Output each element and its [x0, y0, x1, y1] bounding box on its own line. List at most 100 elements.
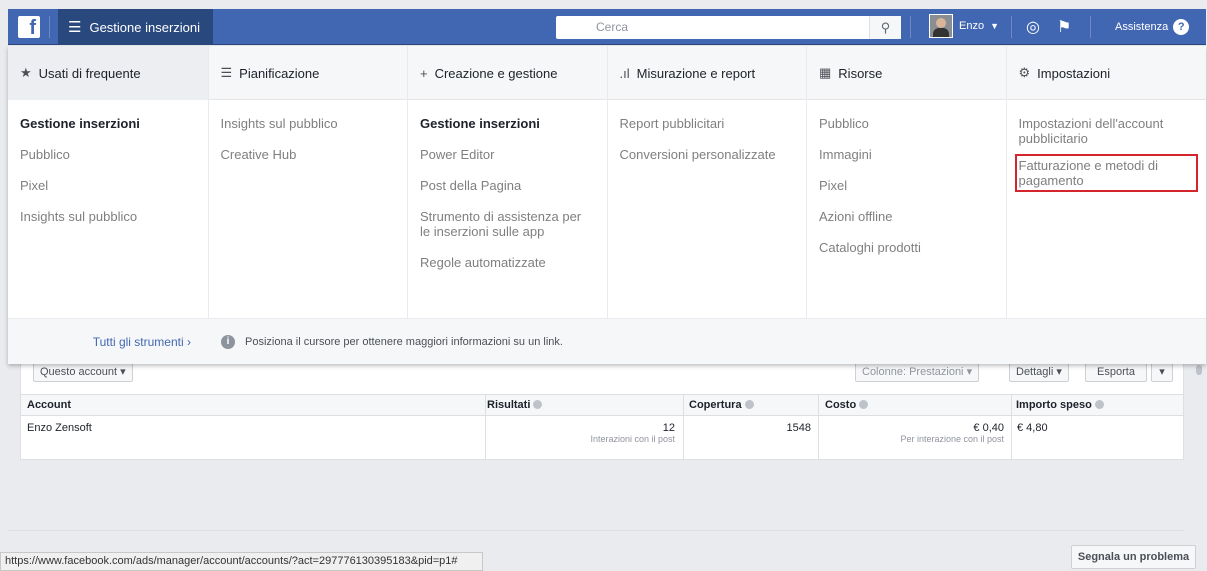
report-problem-button[interactable]: Segnala un problema [1071, 545, 1196, 569]
cost-value: € 0,40 [973, 422, 1004, 434]
column-header-label: Risultati [487, 399, 531, 411]
menu-link-offline-events[interactable]: Azioni offline [819, 209, 994, 224]
section-header-measure-report: .ıl Misurazione e report [608, 46, 807, 100]
plus-icon: + [420, 65, 428, 81]
info-icon[interactable] [859, 400, 869, 409]
section-title: Usati di frequente [38, 65, 141, 81]
list-icon: ☰ [220, 65, 233, 80]
column-header-results[interactable]: Risultati [487, 399, 543, 411]
section-header-create-manage: + Creazione e gestione [408, 46, 608, 100]
menu-link-ads-manager[interactable]: Gestione inserzioni [420, 116, 595, 131]
help-button[interactable]: Assistenza ? [1115, 19, 1190, 35]
menu-link-custom-conversions[interactable]: Conversioni personalizzate [620, 147, 795, 162]
cost-cell: € 0,40 Per interazione con il post [818, 422, 1004, 444]
mega-menu-footer: Tutti gli strumenti › i Posiziona il cur… [8, 318, 1206, 364]
column-header-label: Copertura [689, 399, 742, 411]
menu-link-pixel[interactable]: Pixel [819, 178, 994, 193]
account-name-cell[interactable]: Enzo Zensoft [27, 422, 92, 434]
chevron-down-icon: ▾ [1056, 366, 1062, 378]
question-icon: ? [1173, 19, 1190, 35]
export-options-button[interactable]: ▾ [1151, 363, 1173, 382]
column-settings: Impostazioni dell'account pubblicitario … [1007, 100, 1207, 318]
details-label: Dettagli [1016, 366, 1054, 378]
section-title: Risorse [838, 65, 883, 81]
column-header-cost[interactable]: Costo [825, 399, 869, 411]
globe-icon[interactable]: ◎ [1026, 17, 1040, 37]
spent-cell: € 4,80 [1017, 422, 1048, 434]
menu-link-automated-rules[interactable]: Regole automatizzate [420, 255, 595, 270]
info-icon[interactable] [533, 400, 543, 409]
info-icon[interactable] [1094, 400, 1104, 409]
column-header-account[interactable]: Account [27, 399, 71, 411]
ads-manager-content: Questo account ▾ Colonne: Prestazioni ▾ … [8, 363, 1206, 544]
menu-link-app-ads-helper[interactable]: Strumento di assistenza per le inserzion… [420, 209, 595, 239]
main-menu-button[interactable]: ☰ Gestione inserzioni [58, 9, 213, 45]
column-frequent: Gestione inserzioni Pubblico Pixel Insig… [8, 100, 209, 318]
divider [8, 530, 1184, 531]
menu-link-power-editor[interactable]: Power Editor [420, 147, 595, 162]
details-dropdown[interactable]: Dettagli ▾ [1009, 363, 1069, 382]
menu-link-ads-reporting[interactable]: Report pubblicitari [620, 116, 795, 131]
section-title: Misurazione e report [636, 65, 756, 81]
menu-link-audience-insights[interactable]: Insights sul pubblico [20, 209, 196, 224]
scrollbar-thumb[interactable] [1196, 365, 1202, 375]
table-row[interactable]: Enzo Zensoft 12 Interazioni con il post … [21, 416, 1183, 460]
facebook-logo-icon[interactable]: f [18, 16, 40, 38]
info-icon[interactable] [744, 400, 754, 409]
search-icon[interactable]: ⚲ [869, 16, 901, 39]
grid-icon: ▦ [819, 65, 832, 80]
column-create-manage: Gestione inserzioni Power Editor Post de… [408, 100, 608, 318]
column-assets: Pubblico Immagini Pixel Azioni offline C… [807, 100, 1007, 318]
chevron-down-icon: ▾ [966, 366, 973, 378]
status-bar-url: https://www.facebook.com/ads/manager/acc… [0, 552, 483, 571]
results-value: 12 [662, 422, 675, 434]
menu-link-page-posts[interactable]: Post della Pagina [420, 178, 595, 193]
results-subtitle: Interazioni con il post [590, 434, 675, 444]
menu-link-creative-hub[interactable]: Creative Hub [221, 147, 396, 162]
star-icon: ★ [20, 65, 32, 80]
flag-icon[interactable]: ⚑ [1057, 17, 1071, 37]
mega-menu: ★ Usati di frequente ☰ Pianificazione + … [8, 46, 1206, 364]
columns-label: Colonne: Prestazioni [862, 366, 964, 378]
column-header-reach[interactable]: Copertura [689, 399, 754, 411]
column-planning: Insights sul pubblico Creative Hub [209, 100, 408, 318]
menu-link-audiences[interactable]: Pubblico [819, 116, 994, 131]
divider [49, 16, 50, 38]
user-name: Enzo [959, 20, 985, 32]
menu-link-ads-manager[interactable]: Gestione inserzioni [20, 116, 196, 131]
export-button[interactable]: Esporta [1085, 363, 1147, 382]
menu-link-audiences[interactable]: Pubblico [20, 147, 196, 162]
section-title: Impostazioni [1037, 65, 1111, 81]
chevron-right-icon: › [187, 334, 191, 349]
hint-text: Posiziona il cursore per ottenere maggio… [245, 335, 563, 348]
section-header-settings: ⚙ Impostazioni [1007, 46, 1207, 100]
hamburger-icon: ☰ [68, 19, 82, 36]
column-header-label: Account [27, 399, 71, 411]
chevron-down-icon: ▼ [990, 21, 999, 31]
divider [910, 16, 911, 38]
menu-link-product-catalogs[interactable]: Cataloghi prodotti [819, 240, 994, 255]
results-cell: 12 Interazioni con il post [485, 422, 675, 444]
column-header-spent[interactable]: Importo speso [1016, 399, 1104, 411]
columns-dropdown[interactable]: Colonne: Prestazioni ▾ [855, 363, 980, 382]
cost-subtitle: Per interazione con il post [900, 434, 1004, 444]
section-title: Pianificazione [239, 65, 320, 81]
info-icon: i [221, 334, 235, 349]
all-tools-link[interactable]: Tutti gli strumenti › [8, 335, 209, 349]
gear-icon: ⚙ [1018, 65, 1031, 80]
export-label: Esporta [1097, 366, 1135, 378]
menu-link-pixel[interactable]: Pixel [20, 178, 196, 193]
column-measure-report: Report pubblicitari Conversioni personal… [608, 100, 807, 318]
menu-link-images[interactable]: Immagini [819, 147, 994, 162]
top-bar: f ☰ Gestione inserzioni Cerca ⚲ Enzo ▼ ◎… [8, 9, 1206, 45]
help-label: Assistenza [1115, 21, 1169, 33]
mega-menu-header: ★ Usati di frequente ☰ Pianificazione + … [8, 46, 1206, 100]
search-input[interactable]: Cerca ⚲ [556, 16, 901, 39]
section-header-frequent: ★ Usati di frequente [8, 46, 209, 100]
table-header: Account Risultati Copertura Costo Import… [21, 394, 1183, 416]
account-filter-dropdown[interactable]: Questo account ▾ [33, 363, 133, 382]
menu-link-audience-insights[interactable]: Insights sul pubblico [221, 116, 396, 131]
menu-link-ad-account-settings[interactable]: Impostazioni dell'account pubblicitario [1019, 116, 1195, 146]
menu-link-billing-payment-methods[interactable]: Fatturazione e metodi di pagamento [1014, 154, 1198, 192]
user-menu[interactable]: Enzo ▼ [929, 14, 999, 38]
